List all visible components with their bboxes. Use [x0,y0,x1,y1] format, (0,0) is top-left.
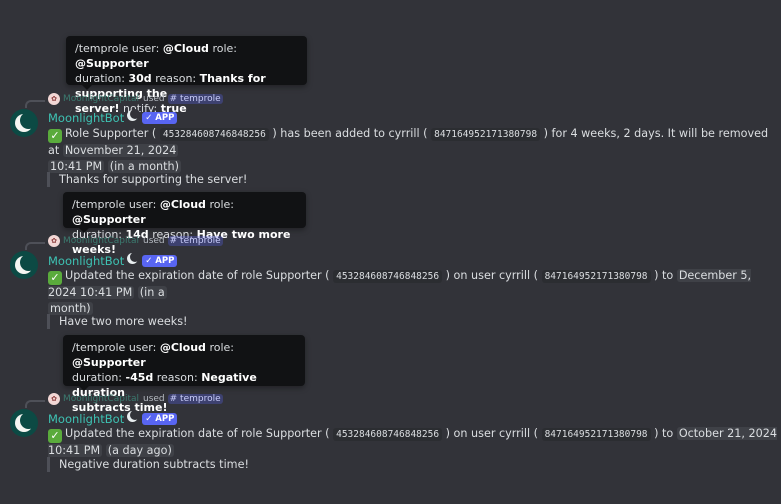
role-id: 453284608746848256 [159,128,269,141]
tooltip-reason-label: reason: [155,72,197,85]
role-id: 453284608746848256 [333,270,443,283]
tooltip-command: /temprole user: [72,341,157,354]
quote-text: Thanks for supporting the server! [59,173,248,186]
tooltip-line: /temprole user: @Cloud role: @Supporter [72,340,296,370]
bot-avatar[interactable] [10,251,38,279]
message-content-1: ✓ Role Supporter ( 453284608746848256 ) h… [48,126,778,175]
reply-username[interactable]: MoonlightCapital [63,94,139,104]
tooltip-command: /temprole user: [75,42,160,55]
reply-username[interactable]: MoonlightCapital [63,394,139,404]
relative-time[interactable]: (in a [137,286,167,299]
user-id: 847164952171380798 [431,128,541,141]
reply-used-label: used [143,236,165,246]
tooltip-user: @Cloud [162,42,209,55]
app-badge: ✓ APP [142,412,178,425]
reply-command[interactable]: # temprole [167,236,223,246]
reply-spine [25,400,45,408]
message-header: MoonlightBot ✓ APP [48,252,178,268]
message-content-3: ✓ Updated the expiration date of role Sup… [48,426,778,459]
crescent-moon-icon [127,109,141,121]
tooltip-line: /temprole user: @Cloud role: @Supporter [72,197,297,227]
reply-used-label: used [143,94,165,104]
relative-time[interactable]: (a day ago) [105,444,174,457]
reply-username[interactable]: MoonlightCapital [63,236,139,246]
message-text: ) to [654,269,674,282]
message-header: MoonlightBot ✓ APP [48,410,178,426]
tooltip-role: @Supporter [72,356,146,369]
reply-used-label: used [143,394,165,404]
reply-spine [25,100,45,108]
tooltip-duration-label: duration: [75,72,125,85]
tooltip-role-label: role: [209,198,234,211]
white-check-mark-icon: ✓ [48,129,62,143]
user-id: 847164952171380798 [541,428,651,441]
tooltip-role-label: role: [209,341,234,354]
crescent-moon-icon [127,252,141,264]
user-id: 847164952171380798 [541,270,651,283]
command-reply-line-3[interactable]: ✿ MoonlightCapital used # temprole [48,393,223,405]
tooltip-role: @Supporter [75,57,149,70]
white-check-mark-icon: ✓ [48,429,62,443]
reason-quote-2: Have two more weeks! [47,314,188,329]
user-avatar-icon[interactable]: ✿ [48,393,60,405]
tooltip-role-label: role: [212,42,237,55]
command-tooltip-3: /temprole user: @Cloud role: @Supporter … [63,335,305,414]
tooltip-user: @Cloud [159,341,206,354]
tooltip-duration: 30d [128,72,152,85]
app-badge: ✓ APP [142,254,178,267]
tooltip-role: @Supporter [72,213,146,226]
command-reply-line-2[interactable]: ✿ MoonlightCapital used # temprole [48,235,223,247]
reason-quote-3: Negative duration subtracts time! [47,457,249,472]
command-tooltip-1: /temprole user: @Cloud role: @Supporter … [66,36,307,115]
user-avatar-icon[interactable]: ✿ [48,93,60,105]
message-text: Updated the expiration date of role Supp… [65,427,330,440]
message-text: ) on user cyrrill ( [445,269,539,282]
bot-username[interactable]: MoonlightBot [48,412,124,426]
tooltip-duration-label: duration: [72,371,122,384]
user-avatar-icon[interactable]: ✿ [48,235,60,247]
tooltip-duration: -45d [125,371,154,384]
reply-command[interactable]: # temprole [167,394,223,404]
reply-command[interactable]: # temprole [167,94,223,104]
bot-avatar[interactable] [10,109,38,137]
reason-quote-1: Thanks for supporting the server! [47,172,247,187]
command-reply-line-1[interactable]: ✿ MoonlightCapital used # temprole [48,93,223,105]
command-tooltip-2: /temprole user: @Cloud role: @Supporter … [63,192,306,256]
timestamp[interactable]: November 21, 2024 [62,144,179,157]
bot-username[interactable]: MoonlightBot [48,111,124,125]
message-text: ) has been added to cyrrill ( [272,127,428,140]
message-content-2: ✓ Updated the expiration date of role Sup… [48,268,778,317]
message-text: Role Supporter ( [65,127,157,140]
role-id: 453284608746848256 [333,428,443,441]
message-header: MoonlightBot ✓ APP [48,109,178,125]
bot-avatar[interactable] [10,409,38,437]
tooltip-line: /temprole user: @Cloud role: @Supporter [75,41,298,71]
reply-spine [25,242,45,250]
white-check-mark-icon: ✓ [48,271,62,285]
tooltip-user: @Cloud [159,198,206,211]
bot-username[interactable]: MoonlightBot [48,254,124,268]
app-badge: ✓ APP [142,111,178,124]
message-text: ) on user cyrrill ( [445,427,539,440]
message-text: Updated the expiration date of role Supp… [65,269,330,282]
tooltip-command: /temprole user: [72,198,157,211]
tooltip-reason-label: reason: [156,371,198,384]
message-text: ) to [654,427,674,440]
quote-text: Negative duration subtracts time! [59,458,249,471]
quote-text: Have two more weeks! [59,315,188,328]
crescent-moon-icon [127,410,141,422]
